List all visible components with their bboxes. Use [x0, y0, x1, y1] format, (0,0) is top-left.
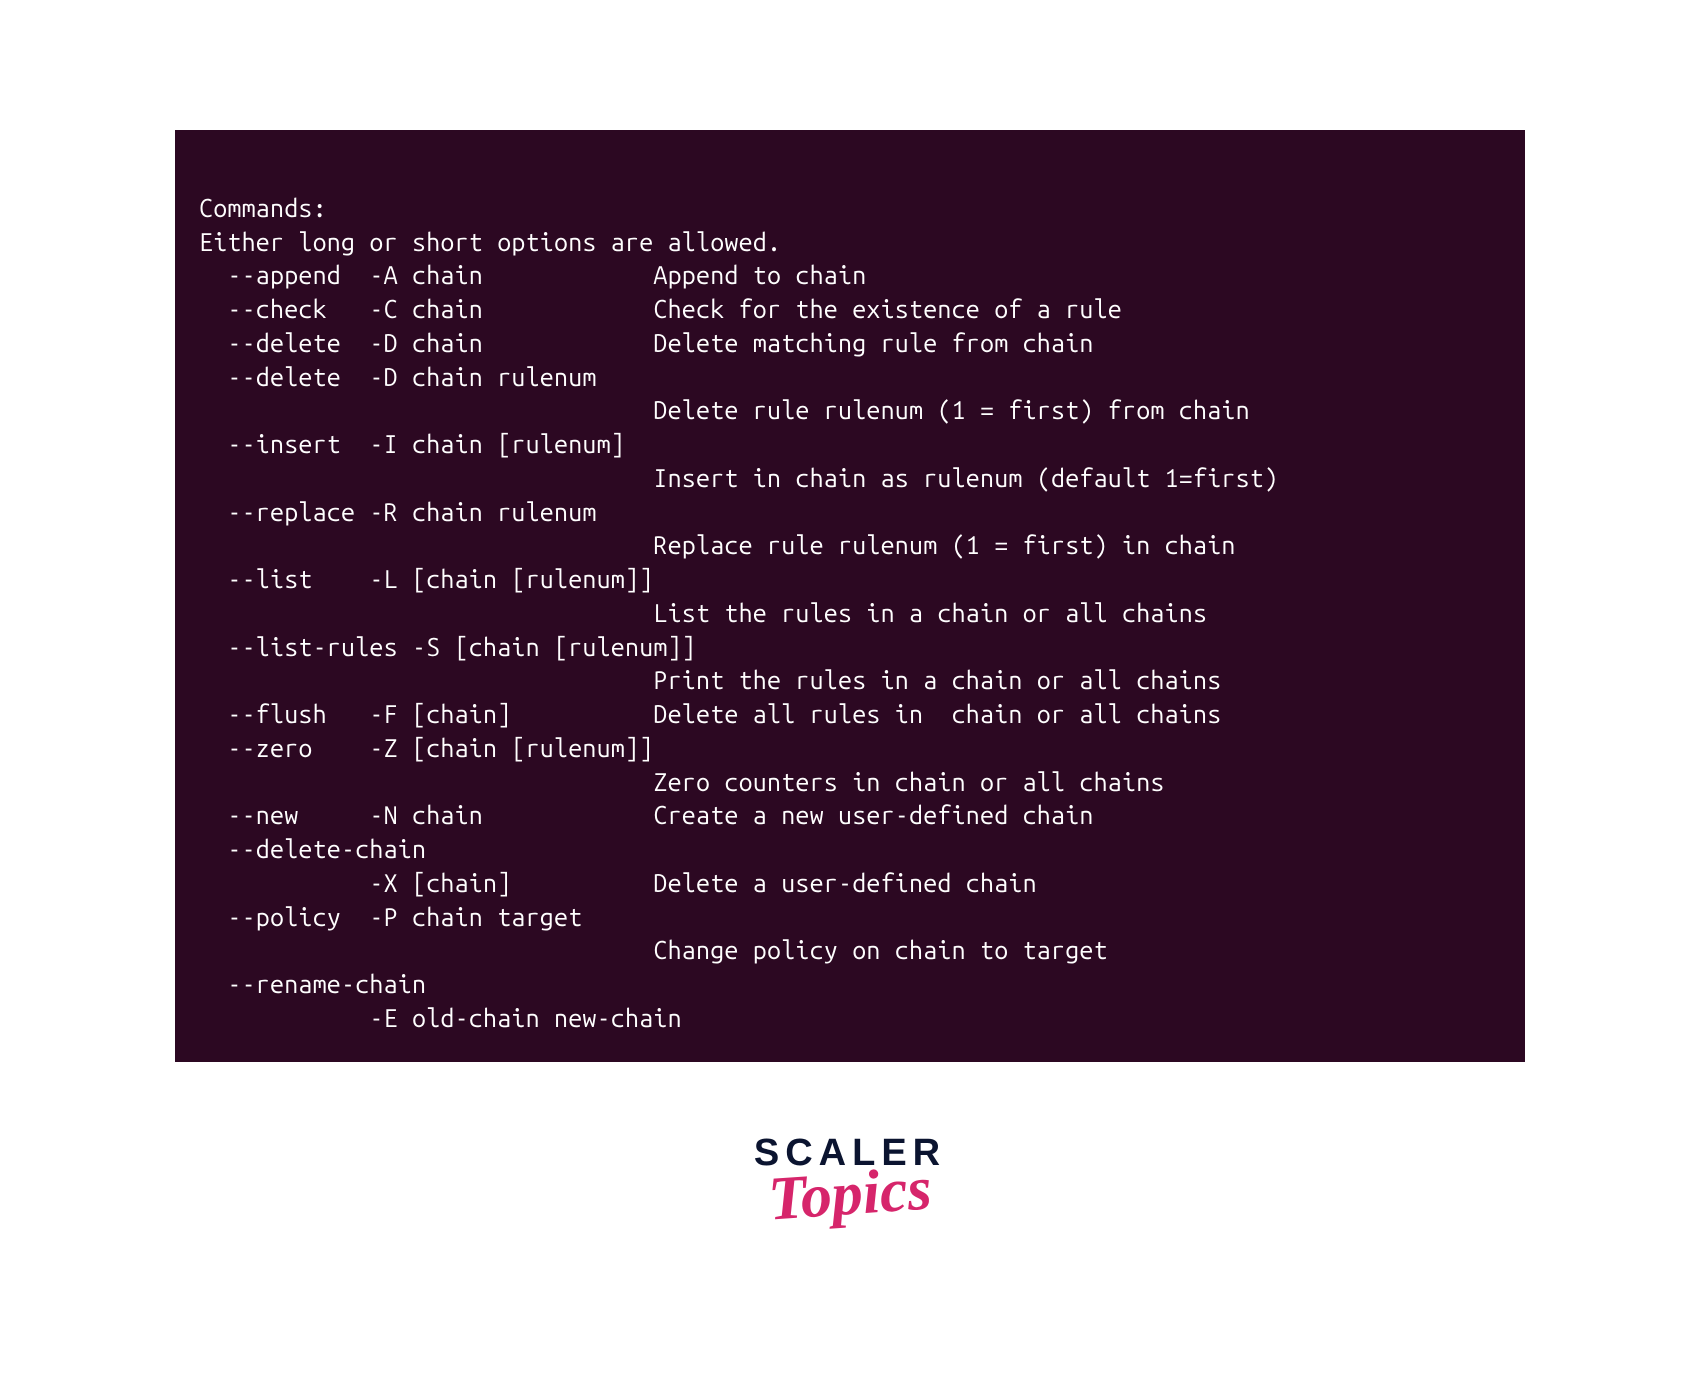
terminal-line: -E old-chain new-chain	[199, 1004, 682, 1032]
terminal-line: Print the rules in a chain or all chains	[199, 666, 1221, 694]
terminal-header-note: Either long or short options are allowed…	[199, 228, 781, 256]
terminal-line: Replace rule rulenum (1 = first) in chai…	[199, 531, 1236, 559]
terminal-line: --list -L [chain [rulenum]]	[199, 565, 653, 593]
terminal-line: --delete -D chain rulenum	[199, 363, 597, 391]
terminal-line: --delete -D chain Delete matching rule f…	[199, 329, 1094, 357]
terminal-line: --zero -Z [chain [rulenum]]	[199, 734, 653, 762]
terminal-line: Change policy on chain to target	[199, 936, 1108, 964]
terminal-line: --replace -R chain rulenum	[199, 498, 597, 526]
terminal-output: Commands: Either long or short options a…	[175, 130, 1525, 1062]
terminal-line: --list-rules -S [chain [rulenum]]	[199, 633, 696, 661]
terminal-line: --delete-chain	[199, 835, 426, 863]
terminal-line: --flush -F [chain] Delete all rules in c…	[199, 700, 1221, 728]
terminal-line: Insert in chain as rulenum (default 1=fi…	[199, 464, 1278, 492]
terminal-line: Zero counters in chain or all chains	[199, 768, 1165, 796]
scaler-topics-logo: SCALER Topics	[730, 1132, 970, 1252]
terminal-header-commands: Commands:	[199, 194, 327, 222]
logo-text-topics: Topics	[728, 1151, 972, 1239]
terminal-line: --policy -P chain target	[199, 903, 582, 931]
terminal-line: --rename-chain	[199, 970, 426, 998]
terminal-line: Delete rule rulenum (1 = first) from cha…	[199, 396, 1250, 424]
terminal-line: --check -C chain Check for the existence…	[199, 295, 1122, 323]
terminal-line: List the rules in a chain or all chains	[199, 599, 1207, 627]
terminal-line: -X [chain] Delete a user-defined chain	[199, 869, 1037, 897]
terminal-line: --append -A chain Append to chain	[199, 261, 866, 289]
terminal-line: --insert -I chain [rulenum]	[199, 430, 625, 458]
page-container: Commands: Either long or short options a…	[0, 0, 1700, 1374]
terminal-line: --new -N chain Create a new user-defined…	[199, 801, 1094, 829]
